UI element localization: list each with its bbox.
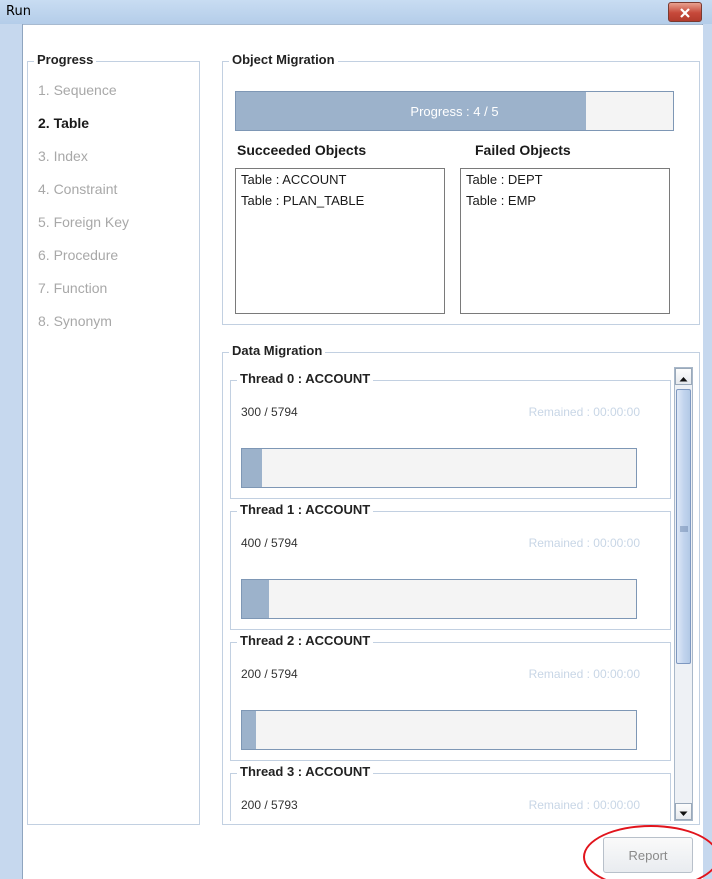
thread-title: Thread 1 : ACCOUNT xyxy=(237,502,374,517)
title-bar[interactable]: Run xyxy=(0,0,712,25)
succeeded-objects-list[interactable]: Table : ACCOUNT Table : PLAN_TABLE xyxy=(235,168,445,314)
thread-progress-fill xyxy=(242,449,263,487)
thread-remained: Remained : 00:00:00 xyxy=(528,405,640,419)
report-button[interactable]: Report xyxy=(603,837,693,873)
window-frame-right xyxy=(702,24,712,879)
scroll-down-button[interactable] xyxy=(675,803,692,820)
thread-progress-bar xyxy=(241,579,637,619)
thread-title: Thread 0 : ACCOUNT xyxy=(237,371,374,386)
step-item: 6. Procedure xyxy=(38,247,119,263)
object-migration-title: Object Migration xyxy=(229,52,338,67)
list-item[interactable]: Table : DEPT xyxy=(461,169,669,190)
thread-count: 200 / 5794 xyxy=(241,667,298,681)
step-item: 2. Table xyxy=(38,115,90,131)
arrow-up-icon xyxy=(679,367,688,386)
dialog-content: Progress 1. Sequence 2. Table 3. Index 4. C… xyxy=(23,25,712,879)
thread-progress-bar xyxy=(241,448,637,488)
thread-progress-bar xyxy=(241,710,637,750)
list-item[interactable]: Table : ACCOUNT xyxy=(236,169,444,190)
grip-icon xyxy=(679,517,688,536)
scroll-up-button[interactable] xyxy=(675,368,692,385)
data-migration-scrollbar[interactable] xyxy=(674,367,693,821)
window-frame-left xyxy=(0,24,23,879)
thread-panel: Thread 2 : ACCOUNT 200 / 5794 Remained :… xyxy=(230,633,671,761)
step-item: 4. Constraint xyxy=(38,181,118,197)
thread-count: 200 / 5793 xyxy=(241,798,298,812)
close-icon xyxy=(679,3,691,22)
arrow-down-icon xyxy=(679,802,688,821)
list-item[interactable]: Table : EMP xyxy=(461,190,669,211)
step-item: 5. Foreign Key xyxy=(38,214,130,230)
succeeded-objects-label: Succeeded Objects xyxy=(237,142,367,158)
object-migration-progress-bar: Progress : 4 / 5 xyxy=(235,91,674,131)
list-item[interactable]: Table : PLAN_TABLE xyxy=(236,190,444,211)
step-item: 3. Index xyxy=(38,148,88,164)
thread-panel: Thread 0 : ACCOUNT 300 / 5794 Remained :… xyxy=(230,371,671,499)
run-dialog: Run Progress 1. Sequence 2. Table 3. Index… xyxy=(0,0,712,879)
thread-remained: Remained : 00:00:00 xyxy=(528,798,640,812)
window-title: Run xyxy=(6,4,31,19)
thread-panel: Thread 1 : ACCOUNT 400 / 5794 Remained :… xyxy=(230,502,671,630)
thread-remained: Remained : 00:00:00 xyxy=(528,667,640,681)
thread-panel: Thread 3 : ACCOUNT 200 / 5793 Remained :… xyxy=(230,764,671,821)
scroll-thumb[interactable] xyxy=(676,389,691,664)
close-button[interactable] xyxy=(668,2,702,22)
object-migration-progress-text: Progress : 4 / 5 xyxy=(410,103,499,119)
thread-count: 300 / 5794 xyxy=(241,405,298,419)
progress-title: Progress xyxy=(34,52,97,67)
thread-progress-fill xyxy=(242,580,270,618)
thread-progress-fill xyxy=(242,711,256,749)
failed-objects-list[interactable]: Table : DEPT Table : EMP xyxy=(460,168,670,314)
data-migration-scroll-area[interactable]: Thread 0 : ACCOUNT 300 / 5794 Remained :… xyxy=(230,367,676,821)
thread-count: 400 / 5794 xyxy=(241,536,298,550)
step-item: 1. Sequence xyxy=(38,82,117,98)
thread-title: Thread 3 : ACCOUNT xyxy=(237,764,374,779)
step-item: 7. Function xyxy=(38,280,108,296)
thread-remained: Remained : 00:00:00 xyxy=(528,536,640,550)
data-migration-title: Data Migration xyxy=(229,343,326,358)
thread-title: Thread 2 : ACCOUNT xyxy=(237,633,374,648)
failed-objects-label: Failed Objects xyxy=(475,142,571,158)
progress-group: Progress 1. Sequence 2. Table 3. Index 4. C… xyxy=(27,52,200,825)
step-item: 8. Synonym xyxy=(38,313,112,329)
